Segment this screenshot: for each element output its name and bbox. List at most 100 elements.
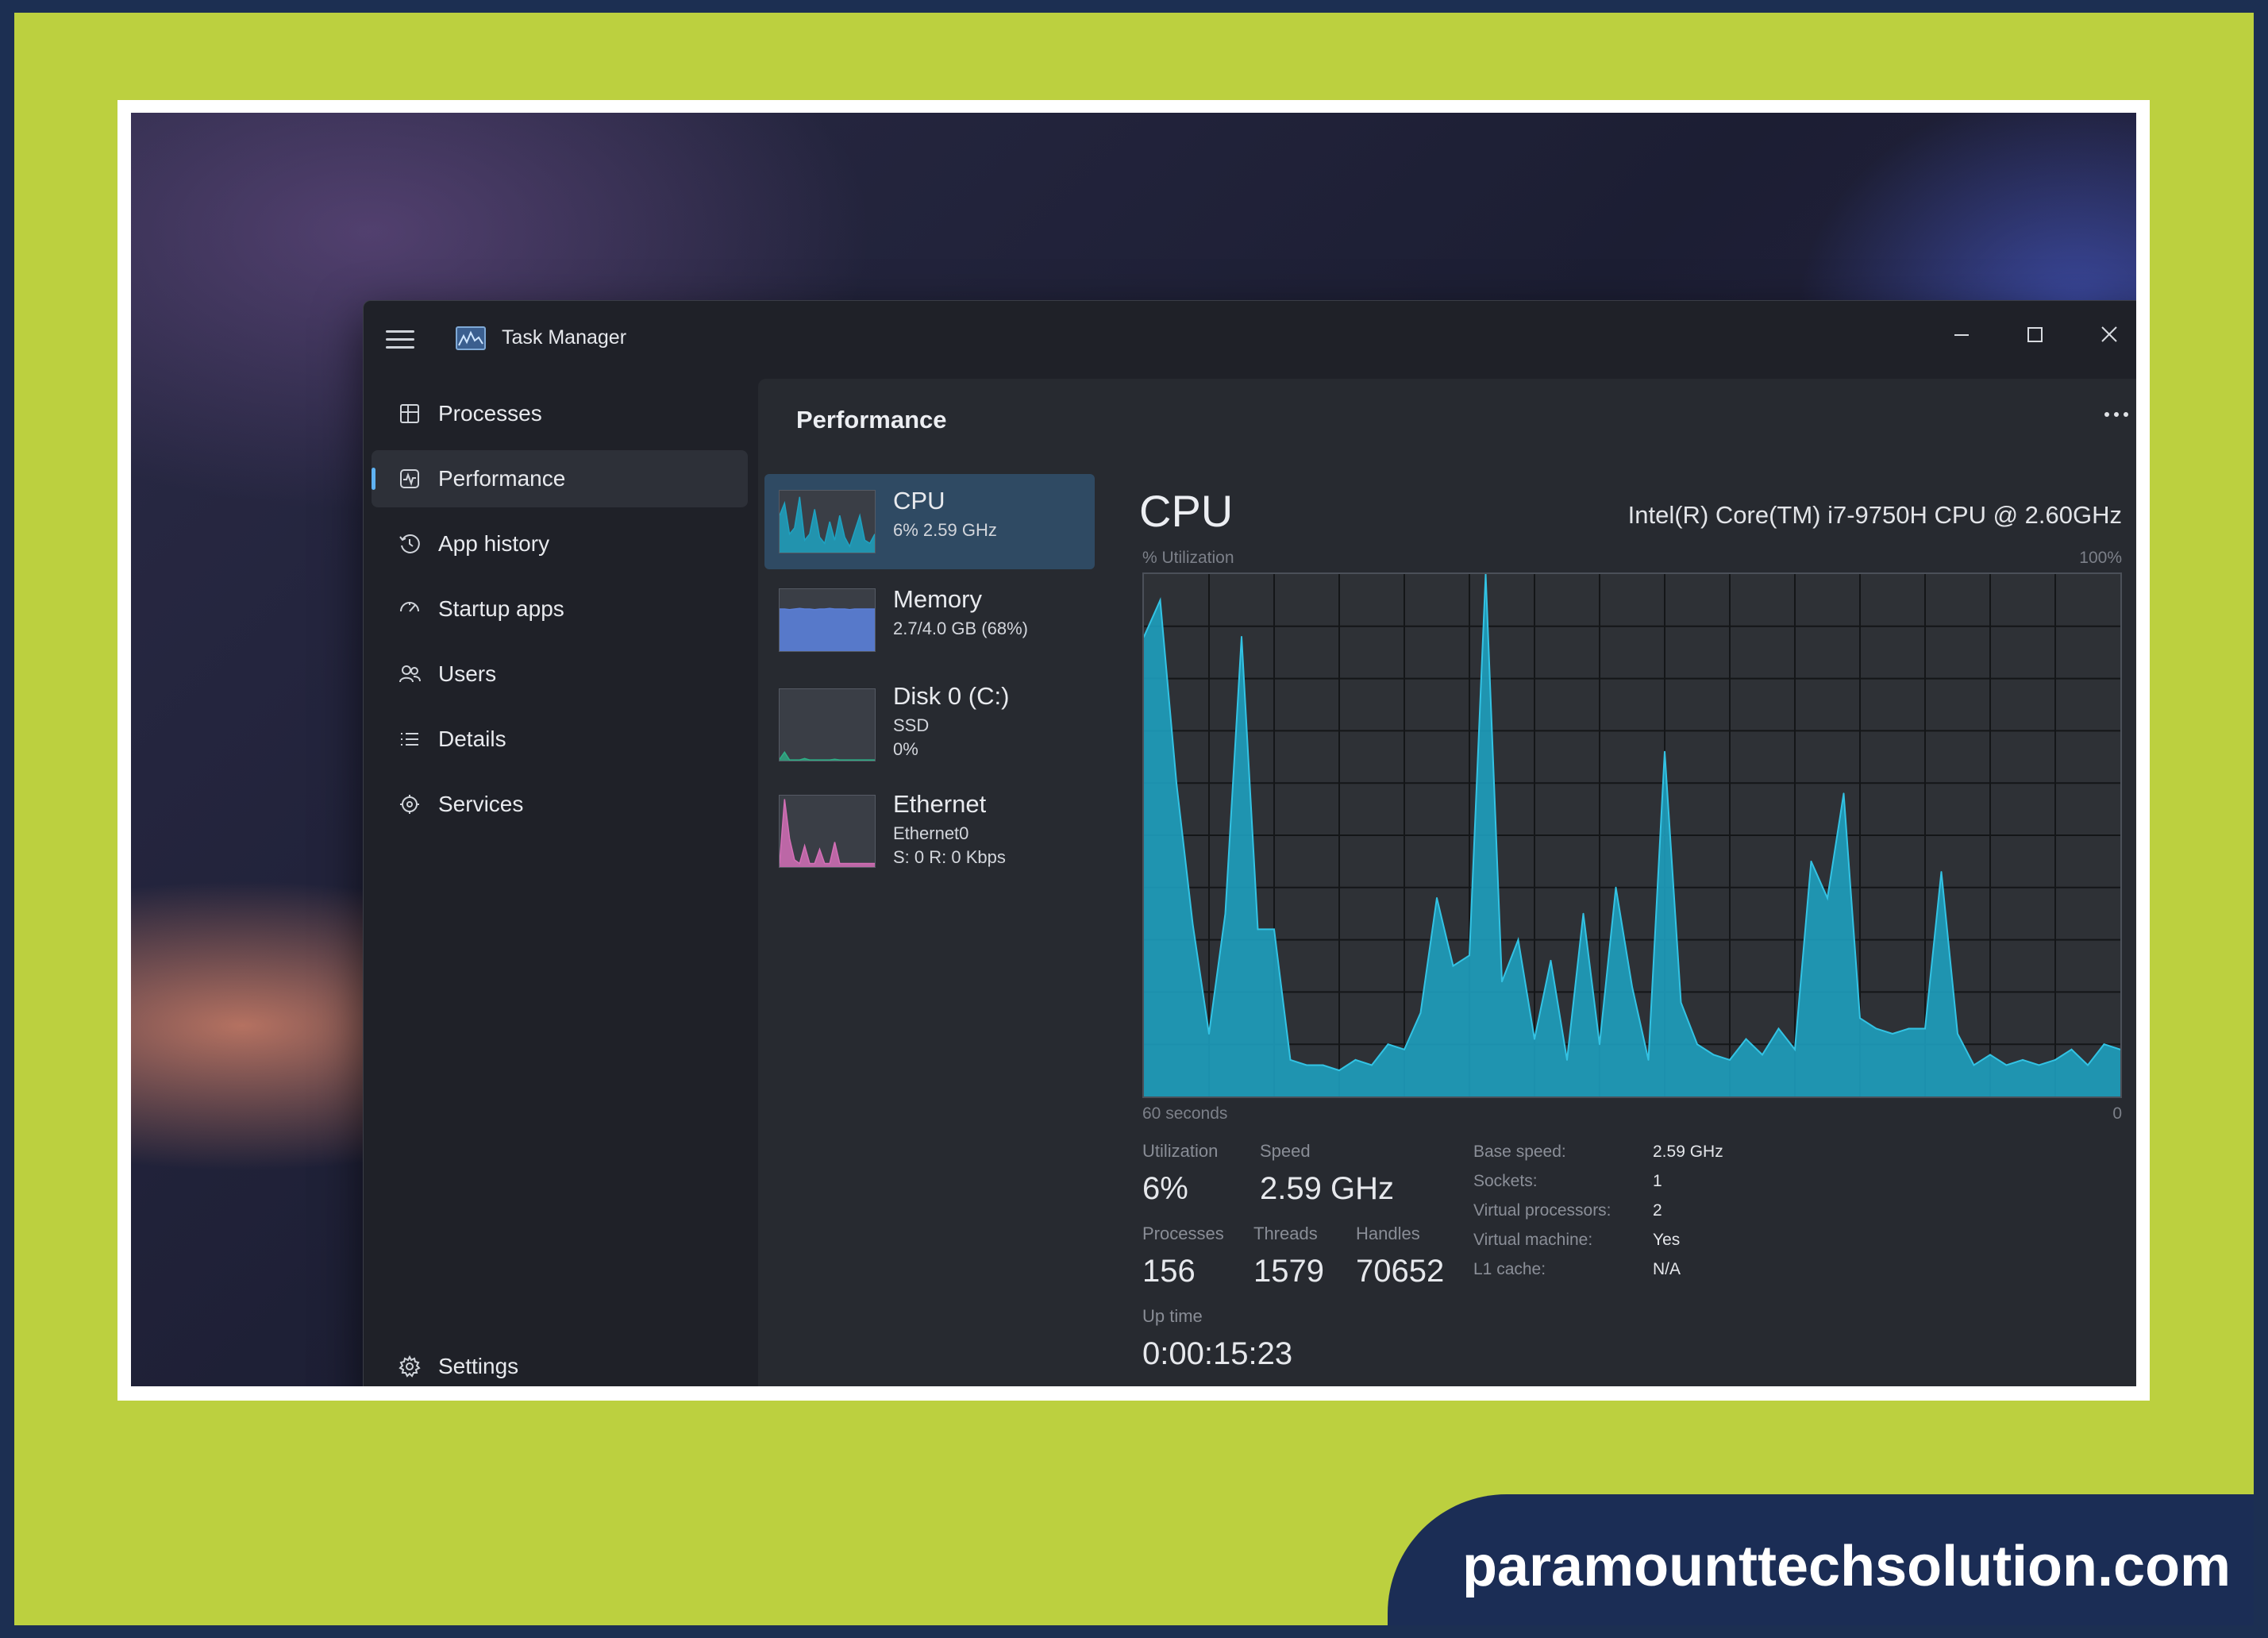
cpu-data-point: [1940, 871, 1943, 873]
processes-icon: [395, 399, 424, 428]
cpu-data-point: [1387, 1043, 1389, 1046]
utilization-value: 6%: [1142, 1171, 1188, 1206]
desktop-wallpaper: Task Manager Processes Performance App h…: [131, 113, 2136, 1386]
device-item-ethernet[interactable]: Ethernet Ethernet0 S: 0 R: 0 Kbps: [764, 777, 1095, 881]
processes-value: 156: [1142, 1254, 1196, 1289]
cpu-data-point: [1404, 1048, 1405, 1050]
title-bar[interactable]: Task Manager: [364, 301, 2136, 377]
more-options-icon[interactable]: [2097, 403, 2136, 426]
cpu-data-point: [1501, 981, 1503, 983]
device-item-cpu[interactable]: CPU 6% 2.59 GHz: [764, 474, 1095, 569]
thumb-memory-area: [780, 608, 875, 651]
cpu-data-point: [1550, 959, 1552, 962]
cpu-data-point: [1777, 1027, 1780, 1030]
close-icon[interactable]: [2085, 317, 2133, 353]
task-manager-window: Task Manager Processes Performance App h…: [363, 300, 2136, 1386]
sidebar-item-label: Users: [438, 661, 497, 686]
cpu-data-point: [1957, 1033, 1958, 1035]
sidebar-item-settings[interactable]: Settings: [372, 1338, 748, 1386]
cpu-data-point: [1762, 1054, 1763, 1056]
cpu-data-point: [1875, 1027, 1877, 1030]
cpu-data-point: [1859, 1017, 1861, 1019]
history-icon: [395, 530, 424, 558]
page-title: Performance: [796, 406, 947, 434]
sidebar-item-performance[interactable]: Performance: [372, 450, 748, 507]
minimize-icon[interactable]: [1938, 317, 1985, 353]
cpu-data-point: [1924, 1027, 1926, 1030]
sidebar-item-details[interactable]: Details: [372, 711, 748, 768]
spec-value: 2.59 GHz: [1653, 1143, 1723, 1161]
cpu-data-point: [1436, 897, 1438, 899]
axis-label-utilization: % Utilization: [1142, 549, 1234, 567]
hamburger-menu-icon[interactable]: [386, 325, 414, 353]
device-name: Disk 0 (C:): [893, 682, 1010, 710]
cpu-data-point: [1794, 1048, 1796, 1050]
device-info: 2.7/4.0 GB (68%): [893, 619, 1028, 638]
cpu-data-point: [1517, 938, 1519, 941]
cpu-data-point: [1566, 1058, 1568, 1061]
sidebar: Processes Performance App history Startu…: [364, 377, 758, 1386]
cpu-data-point: [1973, 1064, 1975, 1066]
cpu-data-point: [1176, 782, 1177, 784]
device-item-disk[interactable]: Disk 0 (C:) SSD 0%: [764, 669, 1095, 777]
device-info-2: 0%: [893, 739, 918, 759]
sidebar-item-services[interactable]: Services: [372, 776, 748, 833]
spec-value: 1: [1653, 1172, 1662, 1190]
sidebar-item-users[interactable]: Users: [372, 646, 748, 703]
cpu-data-point: [1582, 912, 1585, 915]
cpu-thumbnail: [779, 490, 876, 553]
cpu-data-point: [1289, 1058, 1292, 1061]
sidebar-item-label: Details: [438, 727, 506, 751]
sidebar-item-label: Startup apps: [438, 596, 564, 621]
threads-label: Threads: [1253, 1224, 1318, 1243]
ethernet-thumbnail: [779, 795, 876, 868]
spec-key: L1 cache:: [1473, 1260, 1546, 1278]
cpu-data-point: [2038, 1064, 2040, 1066]
cpu-data-point: [2022, 1058, 2023, 1061]
cpu-data-point: [1599, 1043, 1600, 1046]
sidebar-item-startup-apps[interactable]: Startup apps: [372, 580, 748, 638]
processes-label: Processes: [1142, 1224, 1224, 1243]
detail-heading: CPU: [1139, 486, 1234, 536]
threads-value: 1579: [1253, 1254, 1324, 1289]
thumb-ethernet-line: [780, 799, 875, 865]
cpu-data-point: [1224, 912, 1226, 915]
device-name: Memory: [893, 585, 982, 613]
performance-panel: Performance CPU 6% 2.59 GHz Memory 2.7/4…: [758, 379, 2136, 1386]
cpu-data-point: [1664, 750, 1665, 753]
spec-value: Yes: [1653, 1231, 1681, 1249]
cpu-data-point: [1647, 1058, 1650, 1061]
cpu-data-point: [1843, 792, 1845, 795]
cpu-data-point: [1469, 954, 1470, 957]
cpu-data-point: [1712, 1054, 1715, 1056]
cpu-data-point: [1745, 1038, 1747, 1040]
cpu-data-point: [1729, 1058, 1731, 1061]
cpu-data-point: [2054, 1058, 2056, 1061]
disk-thumbnail: [779, 688, 876, 761]
device-name: CPU: [893, 487, 945, 515]
device-item-memory[interactable]: Memory 2.7/4.0 GB (68%): [764, 572, 1095, 668]
thumb-cpu-area: [780, 496, 875, 553]
cpu-data-point: [2070, 1048, 2073, 1050]
utilization-label: Utilization: [1142, 1141, 1219, 1161]
cpu-data-point: [1257, 928, 1259, 931]
cpu-data-point: [1631, 985, 1633, 988]
speed-label: Speed: [1260, 1141, 1311, 1161]
cpu-data-point: [1338, 1070, 1340, 1072]
branding-text: paramounttechsolution.com: [1462, 1535, 2231, 1598]
cpu-data-point: [1810, 860, 1812, 862]
speed-value: 2.59 GHz: [1260, 1171, 1394, 1206]
cpu-data-point: [1615, 886, 1617, 888]
sidebar-item-processes[interactable]: Processes: [372, 385, 748, 442]
sidebar-item-app-history[interactable]: App history: [372, 515, 748, 572]
memory-thumbnail: [779, 588, 876, 652]
maximize-icon[interactable]: [2011, 317, 2058, 353]
device-info-2: S: 0 R: 0 Kbps: [893, 847, 1006, 867]
spec-key: Sockets:: [1473, 1172, 1538, 1190]
sidebar-item-label: Processes: [438, 401, 542, 426]
spec-value: 2: [1653, 1201, 1662, 1220]
services-icon: [395, 790, 424, 819]
cpu-data-point: [1989, 1054, 1991, 1056]
axis-label-time: 60 seconds: [1142, 1104, 1228, 1123]
sidebar-item-label: Services: [438, 792, 524, 816]
